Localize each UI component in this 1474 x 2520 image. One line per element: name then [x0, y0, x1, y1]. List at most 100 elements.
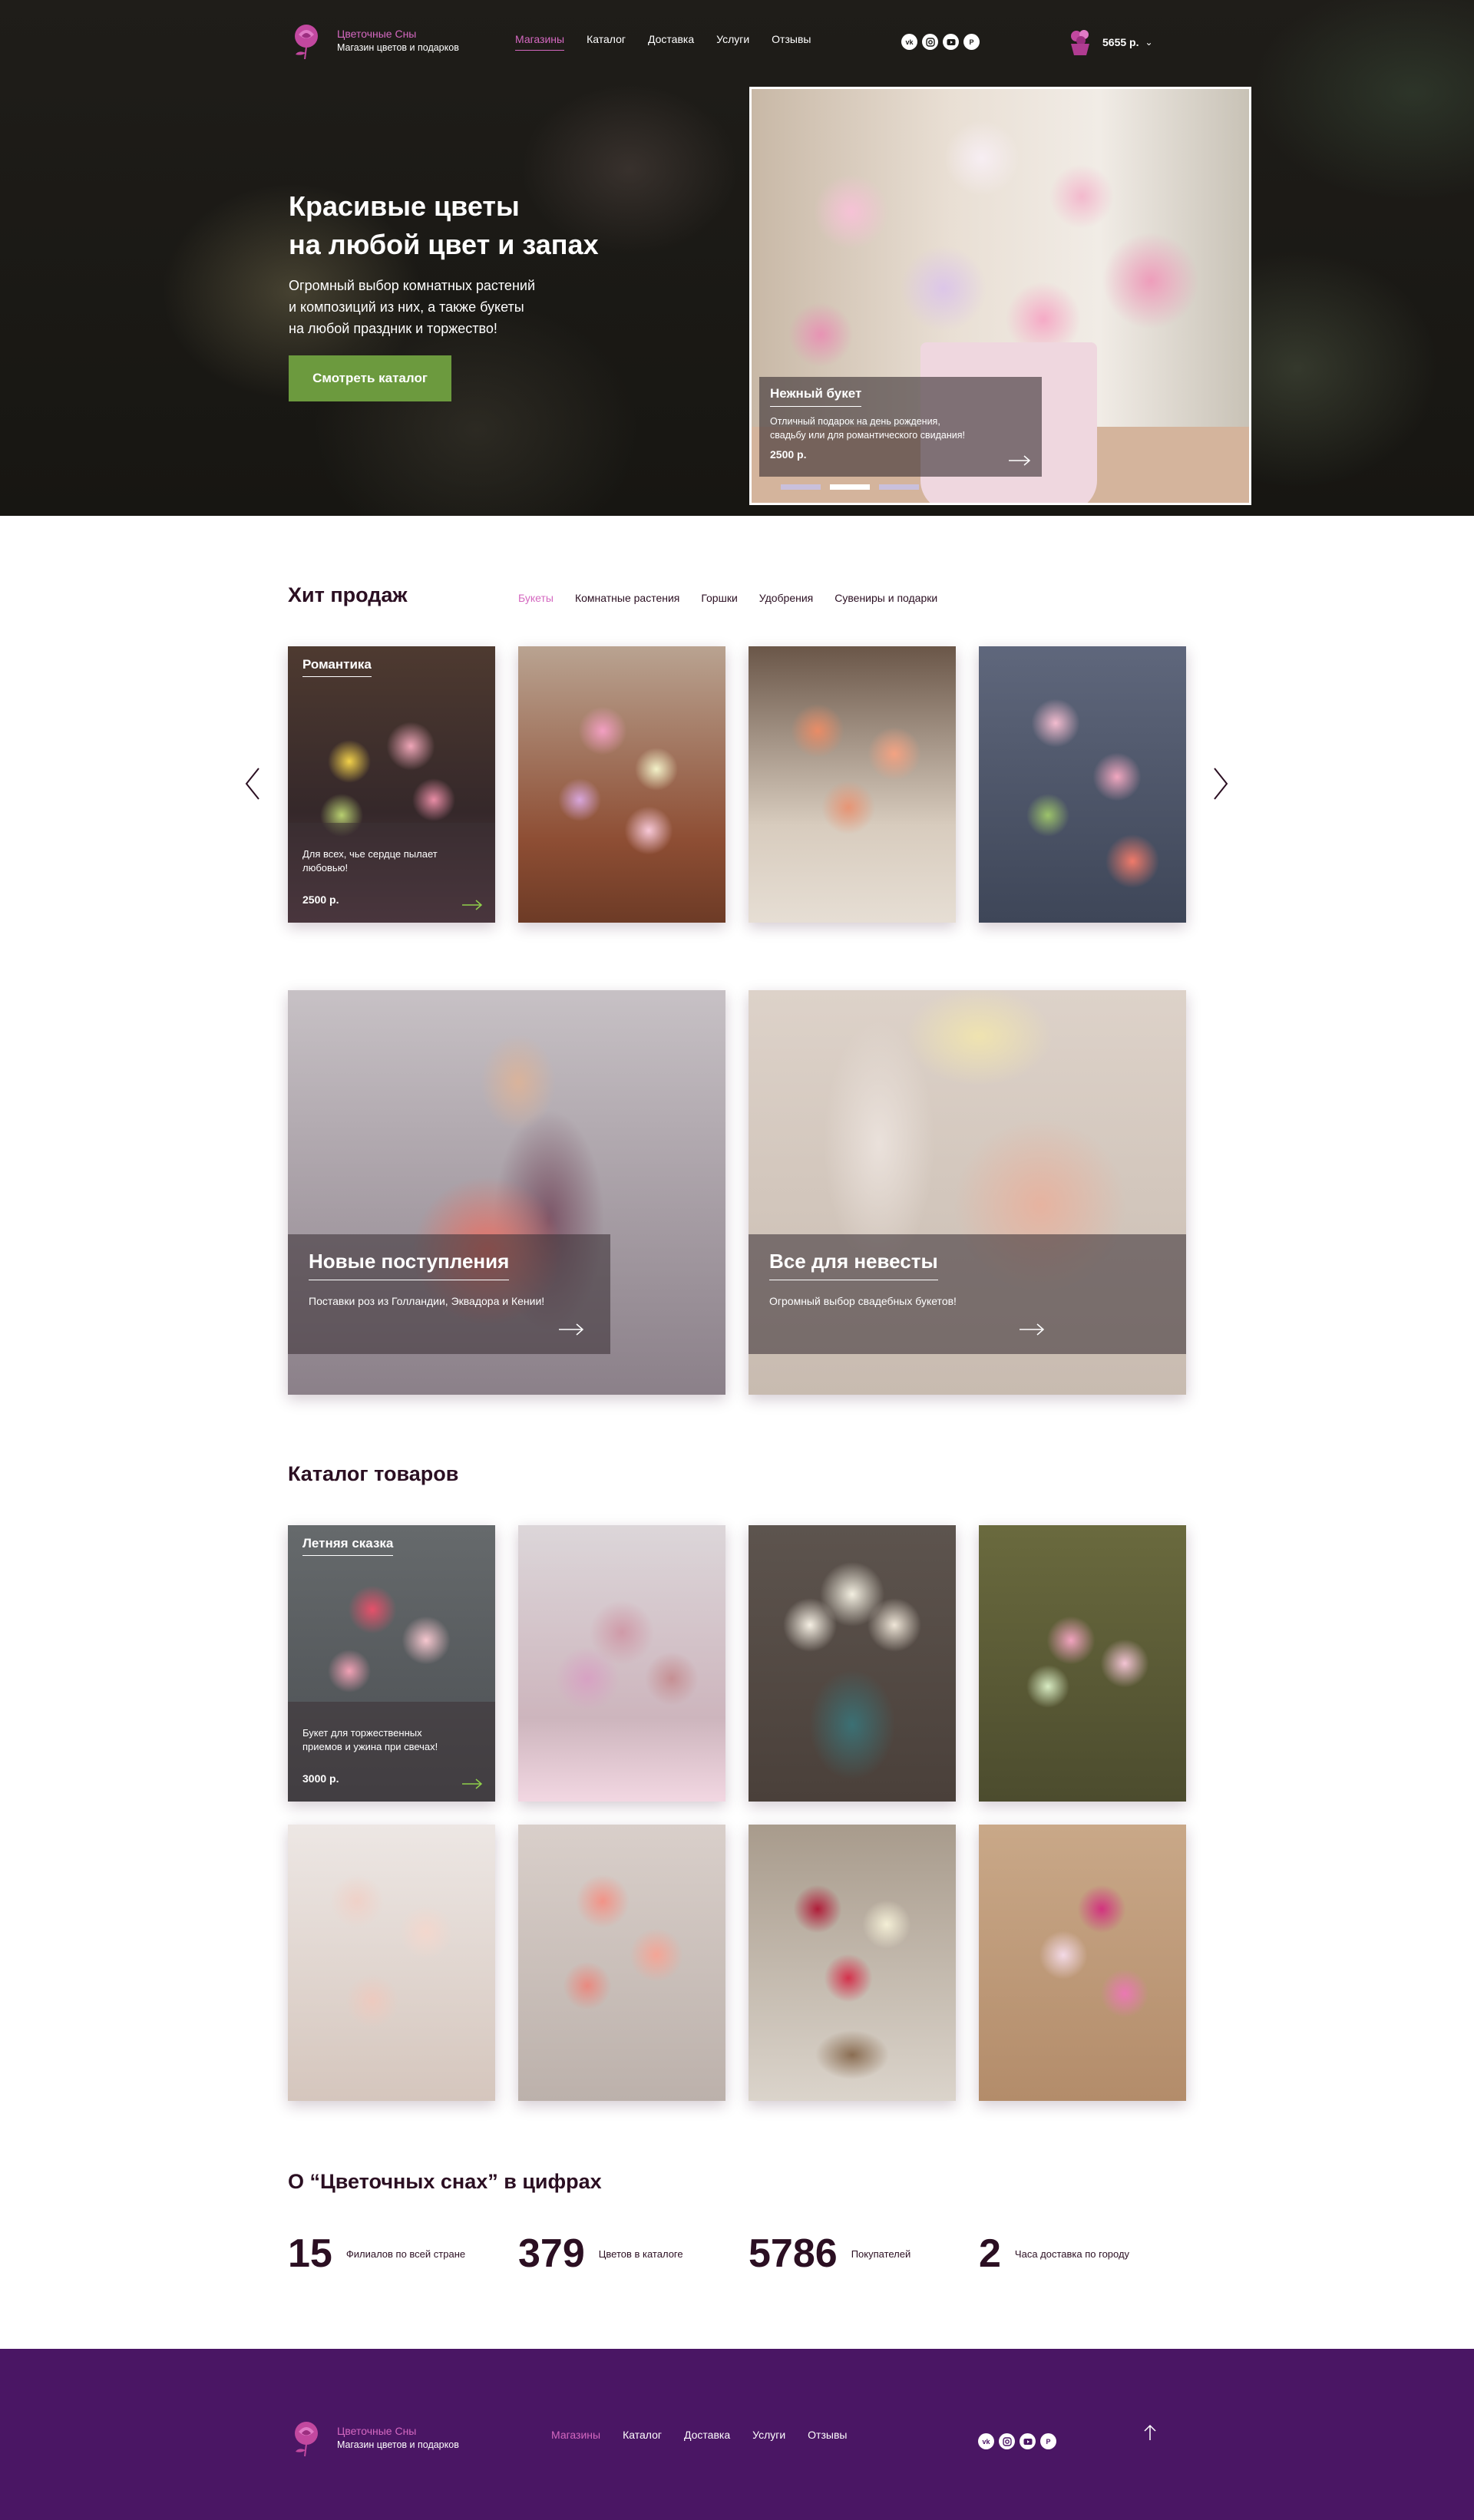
pinterest-icon[interactable]: P — [1040, 2433, 1056, 2449]
footer: Цветочные Сны Магазин цветов и подарков … — [0, 2349, 1474, 2520]
promo-desc: Огромный выбор свадебных букетов! — [769, 1295, 957, 1307]
vk-icon[interactable]: vk — [901, 34, 917, 50]
nav-item-catalog[interactable]: Каталог — [587, 33, 626, 50]
arrow-up-icon[interactable] — [1143, 2424, 1157, 2441]
rose-logo-icon — [295, 2422, 318, 2457]
instagram-icon[interactable] — [999, 2433, 1015, 2449]
catalog-card[interactable] — [288, 1825, 495, 2101]
hit-card[interactable] — [749, 646, 956, 923]
hero-slider[interactable]: Нежный букет Отличный подарок на день ро… — [749, 87, 1251, 505]
hero-slide-title: Нежный букет — [770, 386, 862, 407]
hero-slide-desc-line-1: Отличный подарок на день рождения, — [770, 416, 940, 427]
card-desc-line-1: Для всех, чье сердце пылает — [302, 848, 438, 860]
catalog-card[interactable] — [749, 1525, 956, 1802]
card-title: Летняя сказка — [302, 1536, 394, 1556]
nav-item-services[interactable]: Услуги — [716, 33, 749, 50]
footer-nav-reviews[interactable]: Отзывы — [808, 2429, 847, 2446]
social-links: vk P — [901, 34, 980, 50]
logo-subtitle: Магазин цветов и подарков — [337, 42, 459, 53]
arrow-right-icon[interactable] — [1008, 455, 1031, 466]
catalog-card-featured[interactable]: Летняя сказка Букет для торжественных пр… — [288, 1525, 495, 1802]
tab-fertilizers[interactable]: Удобрения — [759, 592, 813, 604]
chevron-right-icon[interactable] — [1211, 767, 1230, 801]
tab-pots[interactable]: Горшки — [701, 592, 737, 604]
footer-nav-shops[interactable]: Магазины — [551, 2429, 600, 2446]
cart-button[interactable]: 5655 р. ⌄ — [1067, 28, 1153, 57]
footer-logo-subtitle: Магазин цветов и подарков — [337, 2439, 459, 2450]
pinterest-icon[interactable]: P — [963, 34, 980, 50]
flower-basket-icon — [1071, 30, 1089, 55]
catalog-card[interactable] — [518, 1825, 725, 2101]
stat-item: 379 Цветов в каталоге — [518, 2231, 683, 2277]
youtube-icon[interactable] — [943, 34, 959, 50]
card-desc-line-2: любовью! — [302, 862, 349, 874]
promo-title: Все для невесты — [769, 1250, 938, 1280]
stat-label: Покупателей — [851, 2248, 911, 2260]
card-price: 2500 р. — [302, 893, 339, 906]
stats-heading: О “Цветочных снах” в цифрах — [288, 2170, 602, 2193]
slider-dot[interactable] — [879, 484, 919, 490]
hits-heading: Хит продаж — [288, 583, 408, 606]
footer-nav-services[interactable]: Услуги — [752, 2429, 785, 2446]
header-logo[interactable]: Цветочные Сны Магазин цветов и подарков — [286, 21, 459, 61]
footer-social-links: vk P — [978, 2433, 1056, 2449]
catalog-card[interactable] — [979, 1825, 1186, 2101]
hero-text-line-1: Огромный выбор комнатных растений — [289, 278, 535, 293]
hero-text-line-3: на любой праздник и торжество! — [289, 321, 497, 336]
chevron-left-icon[interactable] — [243, 767, 262, 801]
hit-card[interactable] — [518, 646, 725, 923]
promo-new-arrivals[interactable]: Новые поступления Поставки роз из Голлан… — [288, 990, 725, 1395]
hit-card-featured[interactable]: Романтика Для всех, чье сердце пылает лю… — [288, 646, 495, 923]
slider-dot[interactable] — [781, 484, 821, 490]
chevron-down-icon: ⌄ — [1145, 37, 1153, 48]
catalog-card[interactable] — [518, 1525, 725, 1802]
nav-item-reviews[interactable]: Отзывы — [772, 33, 811, 50]
arrow-right-icon[interactable] — [1019, 1323, 1045, 1336]
card-desc-line-2: приемов и ужина при свечах! — [302, 1741, 438, 1752]
tab-house-plants[interactable]: Комнатные растения — [575, 592, 679, 604]
nav-item-shops[interactable]: Магазины — [515, 33, 565, 51]
slider-dot-active[interactable] — [830, 484, 870, 490]
hero-description: Огромный выбор комнатных растений и комп… — [289, 275, 596, 339]
youtube-icon[interactable] — [1020, 2433, 1036, 2449]
promo-desc: Поставки роз из Голландии, Эквадора и Ке… — [309, 1295, 545, 1307]
hero-section: Цветочные Сны Магазин цветов и подарков … — [0, 0, 1474, 516]
catalog-card[interactable] — [749, 1825, 956, 2101]
footer-nav-delivery[interactable]: Доставка — [684, 2429, 730, 2446]
tab-souvenirs[interactable]: Сувениры и подарки — [834, 592, 937, 604]
footer-logo[interactable]: Цветочные Сны Магазин цветов и подарков — [286, 2418, 459, 2458]
hero-title-line-1: Красивые цветы — [289, 190, 520, 222]
card-price: 3000 р. — [302, 1772, 339, 1785]
hero-slide-desc: Отличный подарок на день рождения, свадь… — [770, 414, 1031, 442]
promo-overlay: Новые поступления Поставки роз из Голлан… — [288, 1234, 610, 1354]
catalog-card[interactable] — [979, 1525, 1186, 1802]
stat-label: Цветов в каталоге — [598, 2248, 683, 2260]
catalog-heading: Каталог товаров — [288, 1462, 459, 1485]
hit-card[interactable] — [979, 646, 1186, 923]
arrow-right-icon[interactable] — [461, 1779, 483, 1789]
arrow-right-icon[interactable] — [461, 900, 483, 910]
footer-nav-catalog[interactable]: Каталог — [623, 2429, 662, 2446]
instagram-icon[interactable] — [922, 34, 938, 50]
card-desc: Для всех, чье сердце пылает любовью! — [302, 847, 479, 875]
hits-tabs: Букеты Комнатные растения Горшки Удобрен… — [518, 592, 959, 604]
nav-item-delivery[interactable]: Доставка — [648, 33, 694, 50]
tab-bouquets[interactable]: Букеты — [518, 592, 554, 604]
vk-icon[interactable]: vk — [978, 2433, 994, 2449]
view-catalog-button[interactable]: Смотреть каталог — [289, 355, 451, 401]
stat-item: 15 Филиалов по всей стране — [288, 2231, 465, 2277]
promo-title: Новые поступления — [309, 1250, 510, 1280]
promo-bride[interactable]: Все для невесты Огромный выбор свадебных… — [749, 990, 1186, 1395]
rose-logo-icon — [295, 25, 318, 60]
stat-number: 5786 — [749, 2231, 838, 2276]
logo-title: Цветочные Сны — [337, 28, 417, 40]
card-desc-line-1: Букет для торжественных — [302, 1727, 422, 1739]
hero-title: Красивые цветы на любой цвет и запах — [289, 187, 688, 264]
stat-number: 2 — [979, 2231, 1001, 2276]
promo-overlay: Все для невесты Огромный выбор свадебных… — [749, 1234, 1186, 1354]
card-desc: Букет для торжественных приемов и ужина … — [302, 1726, 479, 1754]
stat-item: 5786 Покупателей — [749, 2231, 911, 2277]
stat-number: 379 — [518, 2231, 585, 2276]
card-title: Романтика — [302, 657, 372, 677]
arrow-right-icon[interactable] — [558, 1323, 584, 1336]
